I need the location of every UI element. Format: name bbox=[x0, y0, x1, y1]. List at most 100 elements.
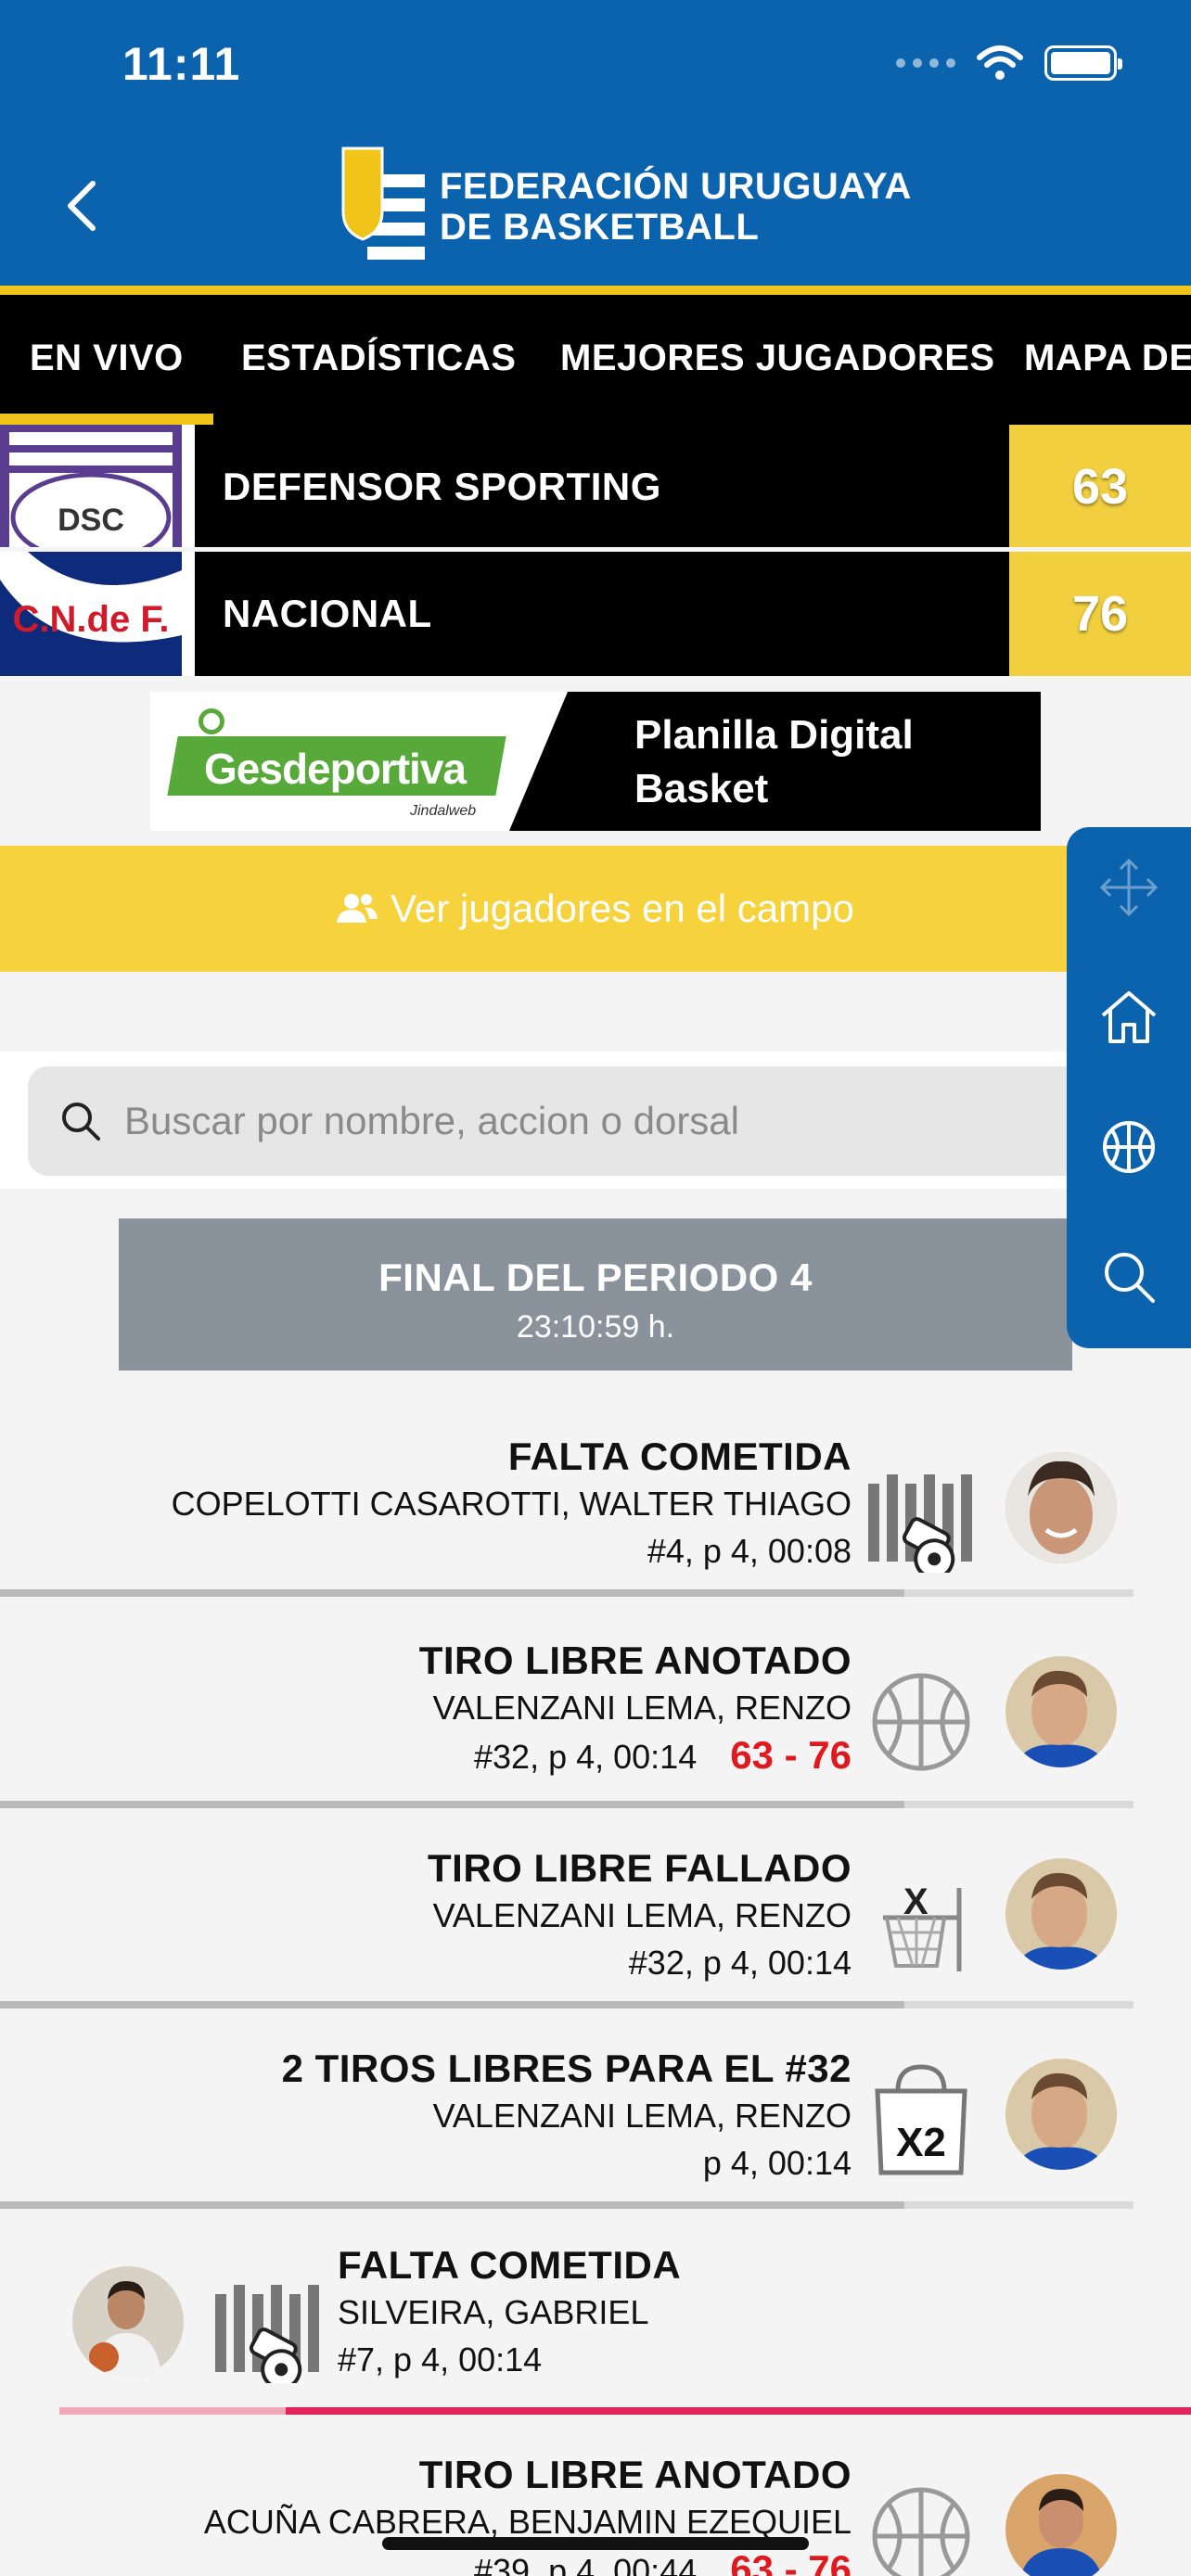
status-icons bbox=[896, 45, 1122, 82]
event-score: 63 - 76 bbox=[730, 2547, 852, 2576]
federation-logo: FEDERACIÓN URUGUAYA DE BASKETBALL bbox=[341, 147, 912, 267]
player-avatar bbox=[1005, 1452, 1117, 1563]
event-text: 2 TIROS LIBRES PARA EL #32 VALENZANI LEM… bbox=[282, 2046, 852, 2187]
floating-action-panel bbox=[1067, 827, 1191, 1348]
event-divider bbox=[0, 2201, 1133, 2209]
ad-banner[interactable]: Gesdeportiva Jindalweb Planilla Digital … bbox=[150, 692, 1041, 831]
event-score: 63 - 76 bbox=[730, 1733, 852, 1777]
whistle-icon bbox=[208, 2272, 328, 2392]
ad-brand-sub: Jindalweb bbox=[410, 803, 477, 819]
event-meta: #7, p 4, 00:14 bbox=[338, 2340, 543, 2378]
event-meta: #32, p 4, 00:14 bbox=[474, 1738, 698, 1776]
team-badge-text-away: C.N.de F. bbox=[13, 599, 170, 640]
active-tab-indicator bbox=[0, 414, 213, 425]
event-player: SILVEIRA, GABRIEL bbox=[338, 2293, 649, 2331]
ad-title-line-1: Planilla Digital bbox=[634, 712, 914, 758]
event-divider-visitor bbox=[59, 2407, 1191, 2415]
ad-title-line-2: Basket bbox=[634, 766, 769, 811]
view-players-label: Ver jugadores en el campo bbox=[391, 886, 854, 930]
event-player: VALENZANI LEMA, RENZO bbox=[432, 2097, 852, 2135]
ad-brand-panel: Gesdeportiva Jindalweb bbox=[150, 692, 568, 831]
event-text: TIRO LIBRE FALLADO VALENZANI LEMA, RENZO… bbox=[428, 1845, 852, 1986]
home-indicator bbox=[382, 2537, 809, 2550]
ad-brand-dot bbox=[198, 708, 224, 734]
player-avatar bbox=[1005, 1858, 1117, 1970]
event-meta-row: #32, p 4, 00:14 63 - 76 bbox=[419, 1732, 852, 1780]
fubb-emblem bbox=[341, 147, 425, 260]
event-title: TIRO LIBRE ANOTADO bbox=[418, 1639, 852, 1682]
player-avatar bbox=[1005, 1656, 1117, 1767]
search-icon bbox=[1105, 1253, 1155, 1303]
back-button[interactable] bbox=[54, 178, 109, 234]
search-field[interactable] bbox=[28, 1066, 1191, 1176]
event-meta: #4, p 4, 00:08 bbox=[647, 1532, 852, 1570]
event-player: VALENZANI LEMA, RENZO bbox=[432, 1896, 852, 1934]
event-divider bbox=[0, 1589, 1133, 1597]
event-title: 2 TIROS LIBRES PARA EL #32 bbox=[281, 2047, 852, 2090]
game-button[interactable] bbox=[1067, 1087, 1191, 1207]
event-title: TIRO LIBRE FALLADO bbox=[428, 1846, 852, 1890]
wifi-icon bbox=[977, 45, 1023, 80]
tab-mejores-jugadores[interactable]: MEJORES JUGADORES bbox=[560, 295, 995, 425]
federation-name: FEDERACIÓN URUGUAYA DE BASKETBALL bbox=[440, 166, 912, 248]
team-name-home: DEFENSOR SPORTING bbox=[223, 465, 661, 508]
tab-en-vivo[interactable]: EN VIVO bbox=[30, 295, 184, 425]
basketball-icon bbox=[1103, 1121, 1155, 1173]
event-text: TIRO LIBRE ANOTADO VALENZANI LEMA, RENZO… bbox=[419, 1638, 852, 1780]
event-player: VALENZANI LEMA, RENZO bbox=[432, 1689, 852, 1727]
ad-brand-name: Gesdeportiva bbox=[204, 745, 467, 793]
ad-title: Planilla Digital Basket bbox=[634, 708, 914, 816]
event-divider bbox=[0, 2001, 1133, 2009]
event-meta: p 4, 00:14 bbox=[702, 2144, 852, 2182]
view-players-button[interactable]: Ver jugadores en el campo bbox=[0, 846, 1191, 972]
event-text: FALTA COMETIDA COPELOTTI CASAROTTI, WALT… bbox=[172, 1434, 852, 1575]
x2-label: X2 bbox=[896, 2120, 946, 2165]
drag-handle-button[interactable] bbox=[1067, 827, 1191, 948]
logo-line-2: DE BASKETBALL bbox=[440, 207, 760, 248]
whistle-icon bbox=[861, 1461, 981, 1582]
scoreboard-home-row: DSC DEFENSOR SPORTING 63 bbox=[0, 425, 1191, 549]
event-title: FALTA COMETIDA bbox=[338, 2243, 682, 2287]
search-input[interactable] bbox=[124, 1066, 1052, 1176]
app-header: 11:11 FEDERACIÓN URUGUAYA DE BASKETBALL bbox=[0, 0, 1191, 286]
player-avatar bbox=[1005, 2474, 1117, 2576]
cell-signal-icon bbox=[896, 58, 955, 68]
home-icon bbox=[1101, 991, 1157, 1043]
period-title: FINAL DEL PERIODO 4 bbox=[378, 1256, 813, 1299]
event-title: TIRO LIBRE ANOTADO bbox=[418, 2453, 852, 2496]
team-badge-text-home: DSC bbox=[58, 503, 124, 538]
basketball-icon bbox=[861, 2476, 981, 2576]
home-button[interactable] bbox=[1067, 957, 1191, 1078]
event-meta-row: #39, p 4, 00:44 63 - 76 bbox=[204, 2546, 852, 2576]
team-score-home: 63 bbox=[1009, 425, 1191, 549]
svg-text:X: X bbox=[903, 1881, 928, 1922]
player-avatar bbox=[1005, 2059, 1117, 2170]
chevron-left-icon bbox=[68, 181, 96, 231]
header-accent-line bbox=[0, 286, 1191, 295]
tab-estadisticas[interactable]: ESTADÍSTICAS bbox=[241, 295, 516, 425]
period-time: 23:10:59 h. bbox=[516, 1309, 675, 1345]
tab-mapa[interactable]: MAPA DE bbox=[1024, 295, 1191, 425]
move-icon bbox=[1099, 858, 1159, 917]
period-banner: FINAL DEL PERIODO 4 23:10:59 h. bbox=[119, 1218, 1072, 1371]
event-text: TIRO LIBRE ANOTADO ACUÑA CABRERA, BENJAM… bbox=[204, 2452, 852, 2576]
event-meta: #39, p 4, 00:44 bbox=[474, 2552, 698, 2576]
event-player: COPELOTTI CASAROTTI, WALTER THIAGO bbox=[171, 1485, 852, 1523]
battery-icon bbox=[1044, 45, 1122, 81]
users-icon bbox=[337, 894, 378, 923]
search-bar bbox=[0, 1052, 1191, 1189]
event-title: FALTA COMETIDA bbox=[507, 1435, 852, 1478]
event-text: FALTA COMETIDA SILVEIRA, GABRIEL #7, p 4… bbox=[338, 2242, 681, 2383]
team-name-away: NACIONAL bbox=[223, 592, 432, 635]
x2-bag-icon: X2 bbox=[861, 2060, 981, 2181]
team-logo-home: DSC bbox=[0, 425, 195, 549]
logo-line-1: FEDERACIÓN URUGUAYA bbox=[440, 166, 912, 207]
team-logo-away: C.N.de F. bbox=[0, 552, 195, 676]
tab-bar: EN VIVO ESTADÍSTICAS MEJORES JUGADORES M… bbox=[0, 295, 1191, 425]
scoreboard-away-row: C.N.de F. NACIONAL 76 bbox=[0, 552, 1191, 676]
panel-search-button[interactable] bbox=[1067, 1217, 1191, 1337]
search-icon bbox=[62, 1103, 100, 1141]
team-score-away: 76 bbox=[1009, 552, 1191, 676]
player-avatar bbox=[72, 2266, 184, 2378]
missed-basket-icon: X bbox=[861, 1868, 981, 1988]
